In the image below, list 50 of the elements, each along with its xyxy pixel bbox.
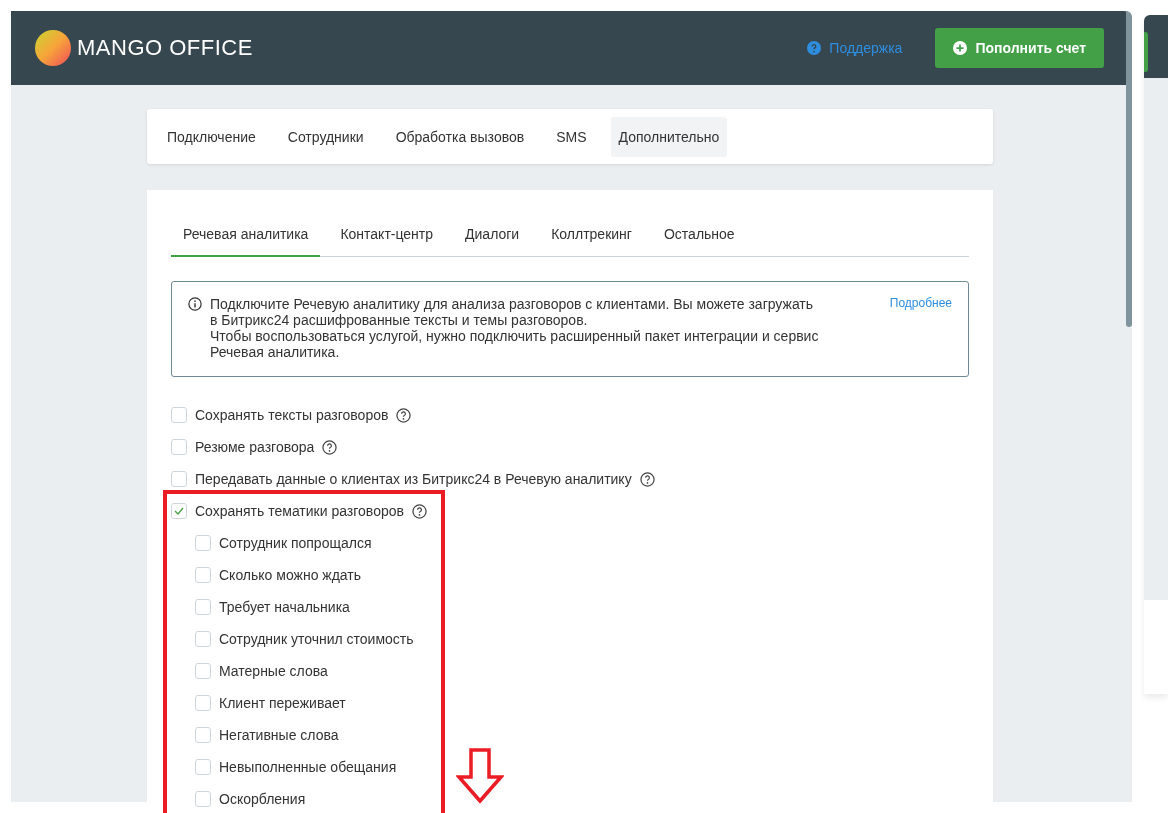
logo-icon xyxy=(35,30,71,66)
option-label: Невыполненные обещания xyxy=(219,759,397,775)
plus-icon xyxy=(953,41,968,55)
checkbox[interactable] xyxy=(195,727,211,743)
help-icon[interactable] xyxy=(639,471,655,487)
down-arrow-drawing xyxy=(456,748,504,804)
checkbox[interactable] xyxy=(171,439,187,455)
checkbox[interactable] xyxy=(195,695,211,711)
section-tab[interactable]: Коллтрекинг xyxy=(539,214,644,257)
checkbox[interactable] xyxy=(195,791,211,807)
more-link[interactable]: Подробнее xyxy=(889,296,952,360)
option-label: Матерные слова xyxy=(219,663,328,679)
option-label: Оскорбления xyxy=(219,791,306,807)
checkbox[interactable] xyxy=(195,631,211,647)
option-label: Требует начальника xyxy=(219,599,350,615)
nav-tab[interactable]: Подключение xyxy=(159,116,264,157)
section-tab[interactable]: Контакт-центр xyxy=(328,214,446,257)
logo-text: MANGO OFFICE xyxy=(77,35,253,61)
option-label: Сколько можно ждать xyxy=(219,567,362,583)
checkbox[interactable] xyxy=(171,407,187,423)
info-text: Подключите Речевую аналитику для анализа разговоров с клиентами. Вы можете загружать в Битрикс24 расшифрованные тексты и темы разговоров. Чтобы воспользоваться услугой, нужно подключить расширенный пакет интеграции и сервис Речевая аналитика. xyxy=(210,296,820,360)
help-icon xyxy=(807,41,822,55)
section-tab[interactable]: Диалоги xyxy=(453,214,532,257)
help-icon[interactable] xyxy=(396,407,412,423)
option-label: Сохранять тематики разговоров xyxy=(195,503,404,519)
checkbox[interactable] xyxy=(195,759,211,775)
nav-tab[interactable]: SMS xyxy=(548,116,595,157)
option-label: Резюме разговора xyxy=(195,439,315,455)
option-label: Сохранять тексты разговоров xyxy=(195,407,389,423)
option-label: Сотрудник попрощался xyxy=(219,535,372,551)
check-icon xyxy=(174,507,184,515)
option-label: Сотрудник уточнил стоимость xyxy=(219,631,414,647)
option-label: Негативные слова xyxy=(219,727,339,743)
section-tab[interactable]: Остальное xyxy=(651,214,747,257)
info-icon xyxy=(188,297,202,311)
option-label: Клиент переживает xyxy=(219,695,346,711)
option-label: Передавать данные о клиентах из Битрикс24 в Речевую аналитику xyxy=(195,471,632,487)
help-icon[interactable] xyxy=(322,439,338,455)
scrollbar[interactable] xyxy=(1126,11,1132,327)
checkbox[interactable] xyxy=(195,535,211,551)
section-tab[interactable]: Речевая аналитика xyxy=(171,214,321,257)
nav-tab[interactable]: Дополнительно xyxy=(610,116,728,157)
checkbox[interactable] xyxy=(195,599,211,615)
nav-tab[interactable]: Сотрудники xyxy=(279,116,372,157)
nav-tab[interactable]: Обработка вызовов xyxy=(387,116,533,157)
checkbox[interactable] xyxy=(171,503,187,519)
checkbox[interactable] xyxy=(171,471,187,487)
help-icon[interactable] xyxy=(411,503,427,519)
checkbox[interactable] xyxy=(195,663,211,679)
checkbox[interactable] xyxy=(195,567,211,583)
